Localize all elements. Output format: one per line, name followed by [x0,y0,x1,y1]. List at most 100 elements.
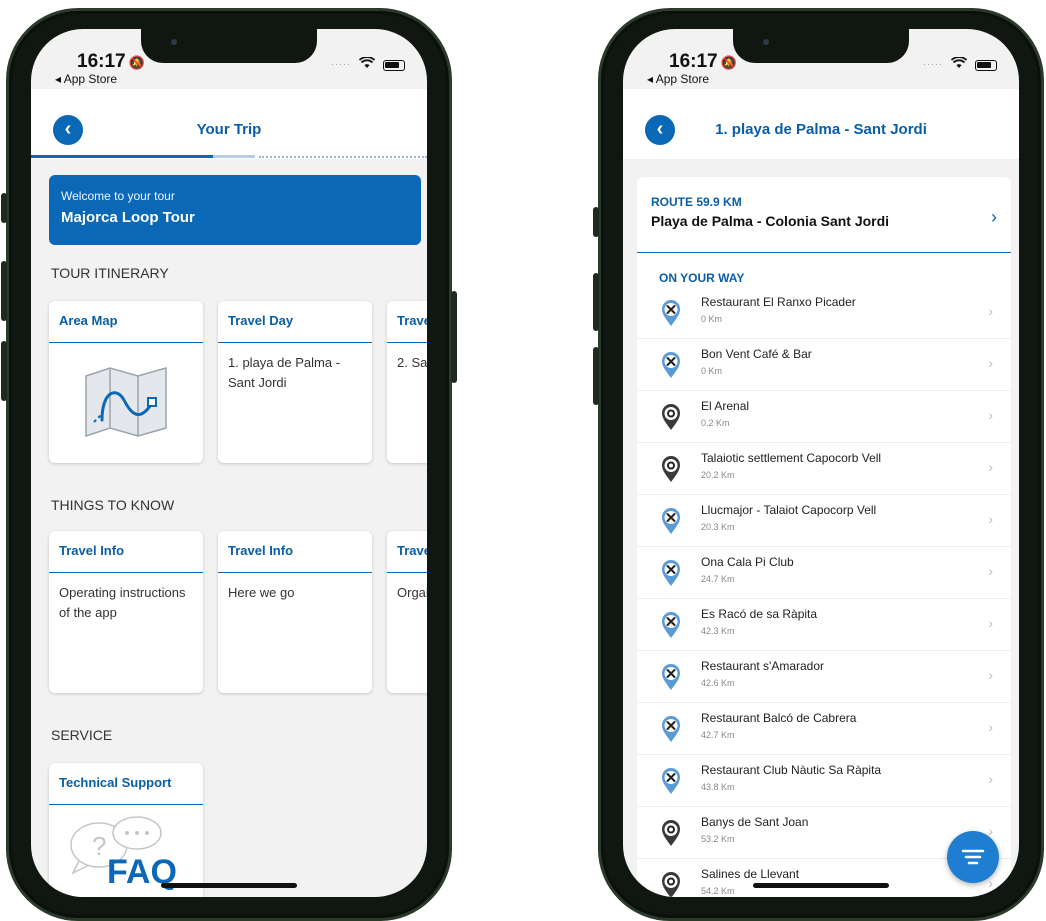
battery-icon [975,60,997,71]
poi-list-item[interactable]: Restaurant Balcó de Cabrera 42.7 Km › [637,703,1011,755]
card-travel-day-2[interactable]: Trave 2. Sa Cristo [387,301,427,463]
things-to-know-carousel[interactable]: Travel Info Operating instructions of th… [31,529,427,701]
status-time: 16:17 [77,51,126,72]
route-summary[interactable]: ROUTE 59.9 KM Playa de Palma - Colonia S… [637,177,1011,253]
welcome-banner[interactable]: Welcome to your tour Majorca Loop Tour [49,175,421,245]
poi-name: Talaiotic settlement Capocorb Vell [701,451,882,465]
poi-name: Salines de Llevant [701,867,800,881]
back-to-app-store[interactable]: ◂ App Store [55,72,117,86]
chevron-right-icon: › [988,563,993,579]
card-body: 1. playa de Palma - Sant Jordi [228,355,341,390]
poi-list-item[interactable]: Bon Vent Café & Bar 0 Km › [637,339,1011,391]
sight-pin-icon [662,872,680,897]
poi-list-item[interactable]: Restaurant s'Amarador 42.6 Km › [637,651,1011,703]
bell-muted-icon: 🔕 [128,55,145,70]
card-technical-support[interactable]: Technical Support ? FAQ [49,763,203,897]
progress-remaining [259,156,427,158]
chevron-right-icon: › [988,355,993,371]
route-distance: ROUTE 59.9 KM [651,195,742,209]
card-title: Trave [387,531,427,573]
poi-list-item[interactable]: El Arenal 0.2 Km › [637,391,1011,443]
page-title: Your Trip [196,121,262,138]
sight-pin-icon [662,820,680,846]
poi-name: El Arenal [701,399,750,413]
card-title: Travel Day [218,301,372,343]
welcome-subtitle: Welcome to your tour [61,189,175,203]
filter-button[interactable] [947,831,999,883]
poi-distance: 42.6 Km [701,678,735,688]
phone-left: 16:17 🔕 ◂ App Store ····· ‹ Your Trip Wel… [1,8,457,921]
restaurant-pin-icon [662,612,680,638]
home-indicator[interactable] [753,883,889,888]
screen-right: 16:17 🔕 ◂ App Store ····· ‹ 1. playa de P… [623,29,1019,897]
card-title: Area Map [49,301,203,343]
poi-list-item[interactable]: Restaurant El Ranxo Picader 0 Km › [637,287,1011,339]
service-carousel[interactable]: Technical Support ? FAQ [31,761,427,897]
poi-name: Restaurant Club Nàutic Sa Ràpita [701,763,882,777]
poi-name: Bon Vent Café & Bar [701,347,812,361]
phone-right: 16:17 🔕 ◂ App Store ····· ‹ 1. playa de P… [593,8,1044,921]
section-title-service: SERVICE [51,727,113,743]
poi-distance: 20.2 Km [701,470,735,480]
card-travel-info-3[interactable]: Trave Orgai [387,531,427,693]
chevron-right-icon: › [988,407,993,423]
card-title: Trave [387,301,427,343]
poi-distance: 43.8 Km [701,782,735,792]
card-title: Travel Info [218,531,372,573]
header: ‹ Your Trip [31,89,427,159]
restaurant-pin-icon [662,716,680,742]
mute-switch [1,193,7,223]
poi-list-item[interactable]: Es Racó de sa Ràpita 42.3 Km › [637,599,1011,651]
card-body: 2. Sa Cristo [397,355,427,370]
poi-distance: 24.7 Km [701,574,735,584]
chevron-right-icon: › [988,615,993,631]
poi-distance: 42.3 Km [701,626,735,636]
card-body: Orgai [397,585,427,600]
chevron-right-icon: › [988,667,993,683]
filter-icon [961,849,985,865]
poi-distance: 42.7 Km [701,730,735,740]
poi-list-item[interactable]: Llucmajor - Talaiot Capocorp Vell 20.3 Km… [637,495,1011,547]
card-travel-info-1[interactable]: Travel Info Operating instructions of th… [49,531,203,693]
card-body: Operating instructions of the app [59,585,186,620]
poi-distance: 54.2 Km [701,886,735,896]
restaurant-pin-icon [662,560,680,586]
restaurant-pin-icon [662,508,680,534]
section-title-on-your-way: ON YOUR WAY [659,271,745,285]
card-title: Technical Support [49,763,203,805]
volume-up-button [593,273,599,331]
poi-distance: 20.3 Km [701,522,735,532]
chevron-right-icon: › [988,771,993,787]
card-area-map[interactable]: Area Map [49,301,203,463]
back-to-app-store[interactable]: ◂ App Store [647,72,709,86]
section-title-things-to-know: THINGS TO KNOW [51,497,175,513]
screen-left: 16:17 🔕 ◂ App Store ····· ‹ Your Trip Wel… [31,29,427,897]
poi-list-item[interactable]: Restaurant Club Nàutic Sa Ràpita 43.8 Km › [637,755,1011,807]
card-title: Travel Info [49,531,203,573]
card-travel-info-2[interactable]: Travel Info Here we go [218,531,372,693]
progress-fill [31,155,213,158]
restaurant-pin-icon [662,352,680,378]
poi-list-item[interactable]: Talaiotic settlement Capocorb Vell 20.2 K… [637,443,1011,495]
status-time: 16:17 [669,51,718,72]
route-name: Playa de Palma - Colonia Sant Jordi [651,213,890,229]
tour-name: Majorca Loop Tour [61,209,195,226]
chevron-right-icon: › [988,719,993,735]
home-indicator[interactable] [161,883,297,888]
itinerary-carousel[interactable]: Area Map Travel Day 1. playa de Palma - [31,299,427,471]
section-title-itinerary: TOUR ITINERARY [51,265,169,281]
volume-down-button [593,347,599,405]
poi-name: Es Racó de sa Ràpita [701,607,818,621]
restaurant-pin-icon [662,664,680,690]
poi-name: Restaurant El Ranxo Picader [701,295,856,309]
sight-pin-icon [662,404,680,430]
chevron-right-icon: › [988,303,993,319]
card-travel-day-1[interactable]: Travel Day 1. playa de Palma - Sant Jord… [218,301,372,463]
svg-text:?: ? [92,831,106,861]
bell-muted-icon: 🔕 [720,55,737,70]
poi-list-item[interactable]: Ona Cala Pi Club 24.7 Km › [637,547,1011,599]
chevron-right-icon: › [988,511,993,527]
poi-name: Restaurant Balcó de Cabrera [701,711,857,725]
chevron-right-icon: › [991,207,997,227]
wifi-icon [358,56,376,73]
